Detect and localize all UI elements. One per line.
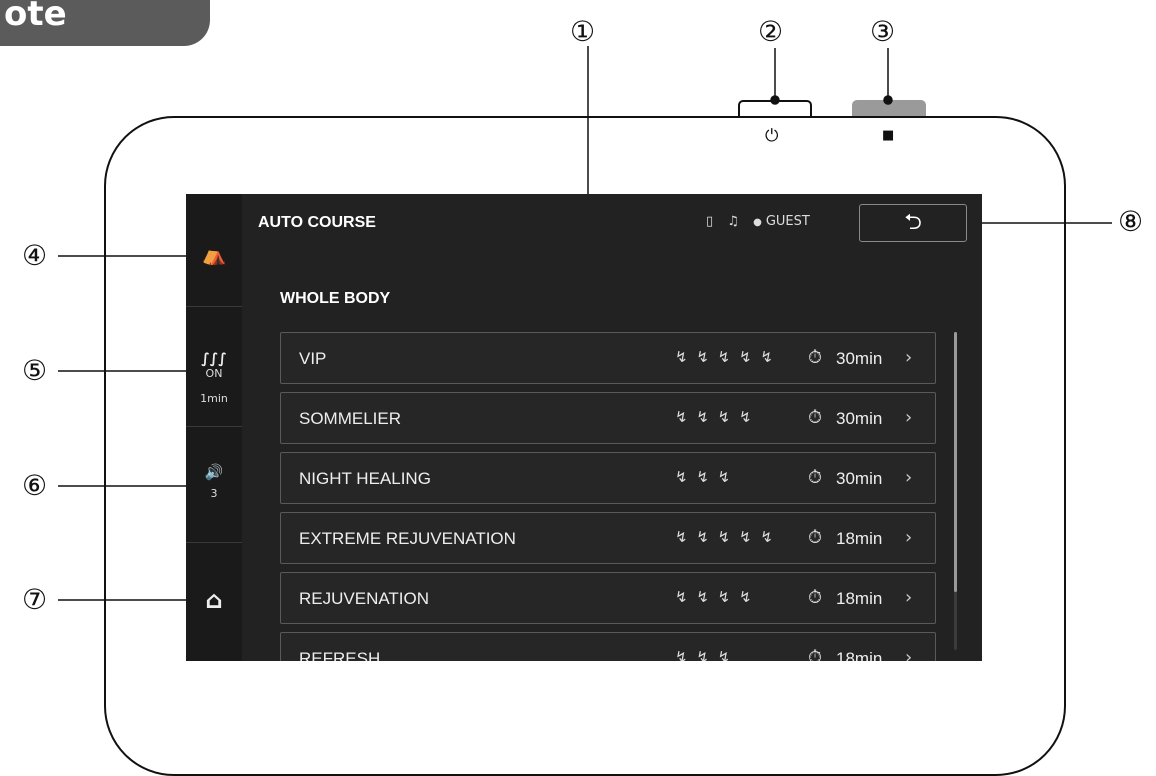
course-duration: 30min xyxy=(836,349,883,368)
side-rail: ⛺ ∫∫∫ ON 1min 🔊 3 ⌂ xyxy=(186,194,242,661)
rail-divider xyxy=(186,426,242,427)
course-row[interactable]: REJUVENATION ↯ ↯ ↯ ↯ ⏱ 18min › xyxy=(280,572,936,624)
scrollbar-thumb[interactable] xyxy=(954,332,957,592)
callout-7: ⑦ xyxy=(22,583,48,616)
course-duration: 18min xyxy=(836,529,883,548)
rail-divider xyxy=(186,306,242,307)
course-row[interactable]: VIP ↯ ↯ ↯ ↯ ↯ ⏱ 30min › xyxy=(280,332,936,384)
course-name: NIGHT HEALING xyxy=(299,469,431,488)
intensity-icons: ↯ ↯ ↯ ↯ ↯ xyxy=(675,528,775,546)
course-duration: 18min xyxy=(836,589,883,608)
callout-4: ④ xyxy=(22,239,48,272)
chevron-right-icon: › xyxy=(905,527,913,548)
back-button[interactable]: ⮌ xyxy=(859,204,967,242)
page-title: AUTO COURSE xyxy=(258,214,376,231)
recline-chair-icon[interactable]: ⛺ xyxy=(186,242,242,266)
intensity-icons: ↯ ↯ ↯ xyxy=(675,468,733,486)
timer-icon: ⏱ xyxy=(808,347,823,368)
timer-icon: ⏱ xyxy=(808,467,823,488)
rail-divider xyxy=(186,542,242,543)
callout-2: ② xyxy=(758,15,784,48)
chevron-right-icon: › xyxy=(905,347,913,368)
callout-6: ⑥ xyxy=(22,469,48,502)
scrollbar[interactable] xyxy=(954,332,957,650)
course-row[interactable]: NIGHT HEALING ↯ ↯ ↯ ⏱ 30min › xyxy=(280,452,936,504)
heat-toggle[interactable]: ∫∫∫ ON 1min xyxy=(186,348,242,405)
timer-icon: ⏱ xyxy=(808,587,823,608)
intensity-icons: ↯ ↯ ↯ ↯ ↯ xyxy=(675,348,775,366)
course-duration: 30min xyxy=(836,469,883,488)
timer-icon: ⏱ xyxy=(808,527,823,548)
intensity-icons: ↯ ↯ ↯ ↯ xyxy=(675,588,754,606)
music-icon: ♫ xyxy=(727,214,739,229)
volume-control[interactable]: 🔊 3 xyxy=(186,462,242,500)
course-name: EXTREME REJUVENATION xyxy=(299,529,516,548)
chevron-right-icon: › xyxy=(905,647,913,661)
heat-time: 1min xyxy=(200,392,228,405)
volume-icon: 🔊 xyxy=(204,463,224,481)
callout-3: ③ xyxy=(870,15,896,48)
intensity-icons: ↯ ↯ ↯ ↯ xyxy=(675,408,754,426)
course-row[interactable]: EXTREME REJUVENATION ↯ ↯ ↯ ↯ ↯ ⏱ 18min › xyxy=(280,512,936,564)
volume-level: 3 xyxy=(210,487,218,500)
course-name: SOMMELIER xyxy=(299,409,402,428)
intensity-icons: ↯ ↯ ↯ xyxy=(675,648,733,661)
home-icon[interactable]: ⌂ xyxy=(186,586,242,614)
chevron-right-icon: › xyxy=(905,467,913,488)
user-icon: ● xyxy=(753,217,762,228)
timer-icon: ⏱ xyxy=(808,647,823,661)
heat-icon: ∫∫∫ xyxy=(201,351,227,367)
timer-icon: ⏱ xyxy=(808,407,823,428)
course-name: VIP xyxy=(299,349,327,368)
course-row[interactable]: REFRESH ↯ ↯ ↯ ⏱ 18min › xyxy=(280,632,936,661)
course-row[interactable]: SOMMELIER ↯ ↯ ↯ ↯ ⏱ 30min › xyxy=(280,392,936,444)
course-duration: 30min xyxy=(836,409,883,428)
section-title: WHOLE BODY xyxy=(280,290,391,307)
phone-icon: ▯ xyxy=(706,214,714,229)
callout-1: ① xyxy=(570,15,596,48)
callout-5: ⑤ xyxy=(22,354,48,387)
touch-screen: ⛺ ∫∫∫ ON 1min 🔊 3 ⌂ AUTO COURSE ▯ ♫ ● GUE… xyxy=(186,194,982,661)
course-list: VIP ↯ ↯ ↯ ↯ ↯ ⏱ 30min › SOMMELIER ↯ ↯ ↯ ↯ ⏱ 30mi… xyxy=(280,332,936,661)
callout-8: ⑧ xyxy=(1118,205,1144,238)
user-label: GUEST xyxy=(765,214,810,229)
heat-state: ON xyxy=(205,367,223,380)
status-bar: ▯ ♫ ● GUEST xyxy=(706,214,820,229)
chevron-right-icon: › xyxy=(905,587,913,608)
course-name: REFRESH xyxy=(299,649,381,661)
course-name: REJUVENATION xyxy=(299,589,430,608)
chevron-right-icon: › xyxy=(905,407,913,428)
course-duration: 18min xyxy=(836,649,883,661)
